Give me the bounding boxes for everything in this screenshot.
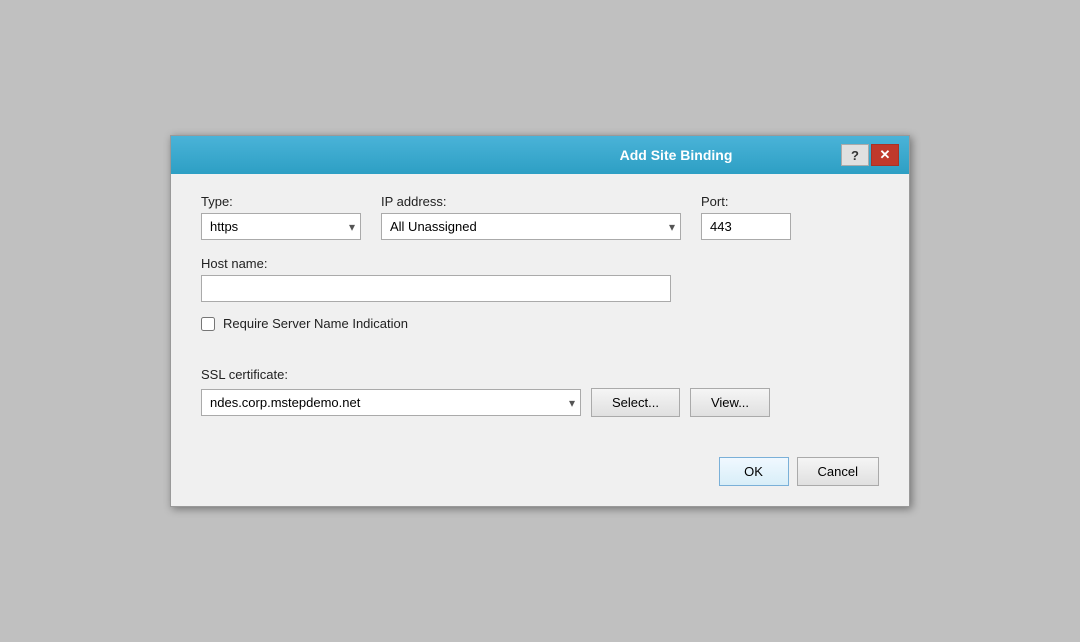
type-select-wrapper: https http net.tcp net.pipe [201, 213, 361, 240]
button-row: OK Cancel [201, 447, 879, 486]
view-button[interactable]: View... [690, 388, 770, 417]
sni-row: Require Server Name Indication [201, 316, 879, 331]
hostname-input[interactable] [201, 275, 671, 302]
ok-button[interactable]: OK [719, 457, 789, 486]
port-input[interactable] [701, 213, 791, 240]
title-controls: ? ✕ [841, 144, 899, 166]
close-button[interactable]: ✕ [871, 144, 899, 166]
type-group: Type: https http net.tcp net.pipe [201, 194, 361, 240]
add-site-binding-dialog: Add Site Binding ? ✕ Type: https http ne… [170, 135, 910, 507]
dialog-title: Add Site Binding [511, 147, 841, 163]
dialog-body: Type: https http net.tcp net.pipe IP add… [171, 174, 909, 506]
select-button[interactable]: Select... [591, 388, 680, 417]
ip-select[interactable]: All Unassigned 127.0.0.1 [381, 213, 681, 240]
hostname-label: Host name: [201, 256, 879, 271]
cancel-button[interactable]: Cancel [797, 457, 879, 486]
port-label: Port: [701, 194, 791, 209]
ip-group: IP address: All Unassigned 127.0.0.1 [381, 194, 681, 240]
port-group: Port: [701, 194, 791, 240]
ssl-select[interactable]: ndes.corp.mstepdemo.net [201, 389, 581, 416]
ip-select-wrapper: All Unassigned 127.0.0.1 [381, 213, 681, 240]
type-ip-port-row: Type: https http net.tcp net.pipe IP add… [201, 194, 879, 240]
sni-checkbox[interactable] [201, 317, 215, 331]
sni-label: Require Server Name Indication [223, 316, 408, 331]
ssl-row: ndes.corp.mstepdemo.net Select... View..… [201, 388, 879, 417]
title-bar: Add Site Binding ? ✕ [171, 136, 909, 174]
type-select[interactable]: https http net.tcp net.pipe [201, 213, 361, 240]
type-label: Type: [201, 194, 361, 209]
ssl-select-wrapper: ndes.corp.mstepdemo.net [201, 389, 581, 416]
ssl-label: SSL certificate: [201, 367, 288, 382]
ip-label: IP address: [381, 194, 681, 209]
ssl-section: SSL certificate: ndes.corp.mstepdemo.net… [201, 367, 879, 417]
help-button[interactable]: ? [841, 144, 869, 166]
hostname-group: Host name: [201, 256, 879, 302]
